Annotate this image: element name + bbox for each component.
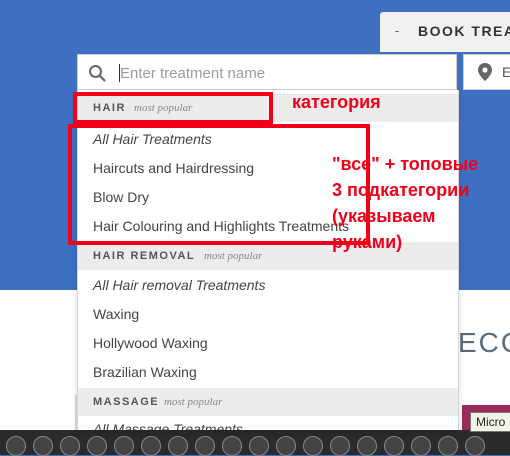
annotation-subcategory-note: "все" + топовые 3 подкатегории (указывае…: [332, 151, 478, 255]
category-name: HAIR REMOVAL: [93, 250, 196, 262]
annotation-category-label: категория: [292, 92, 381, 112]
tab-dash: -: [395, 23, 400, 38]
dock-app-icon[interactable]: [303, 436, 323, 456]
dock-app-icon[interactable]: [357, 436, 377, 456]
dock-app-icon[interactable]: [168, 436, 188, 456]
location-pin-icon: [478, 63, 492, 81]
dock-app-icon[interactable]: [276, 436, 296, 456]
dock-app-icon[interactable]: [330, 436, 350, 456]
dropdown-item[interactable]: All Massage Treatments: [93, 421, 243, 430]
location-input-text: E: [502, 64, 510, 80]
dock-app-icon[interactable]: [411, 436, 431, 456]
most-popular-label: most popular: [164, 396, 223, 408]
most-popular-label: most popular: [204, 250, 263, 262]
dock-app-icon[interactable]: [249, 436, 269, 456]
dock-app-icon[interactable]: [114, 436, 134, 456]
book-treatment-tab[interactable]: - BOOK TREA: [380, 12, 510, 52]
annotation-line: (указываем: [332, 206, 436, 226]
dock-app-icon[interactable]: [384, 436, 404, 456]
dock-icons: [0, 436, 510, 456]
dropdown-item[interactable]: Waxing: [93, 306, 139, 322]
location-search-box[interactable]: E: [463, 54, 510, 90]
category-header-massage: MASSAGE most popular: [78, 388, 458, 416]
dropdown-item[interactable]: All Hair removal Treatments: [93, 277, 265, 293]
dock-app-icon[interactable]: [6, 436, 26, 456]
annotation-box-category: [73, 92, 273, 124]
dock-app-icon[interactable]: [438, 436, 458, 456]
dock-app-icon[interactable]: [87, 436, 107, 456]
eco-heading-fragment: ECO: [458, 327, 510, 358]
dropdown-item[interactable]: Brazilian Waxing: [93, 364, 197, 380]
annotation-line: 3 подкатегории: [332, 180, 470, 200]
dock-app-icon[interactable]: [33, 436, 53, 456]
book-treatment-label: BOOK TREA: [418, 23, 510, 39]
dock-app-icon[interactable]: [465, 436, 485, 456]
text-cursor: [119, 64, 120, 82]
tooltip: Micro: [470, 412, 510, 432]
category-name: MASSAGE: [93, 396, 160, 408]
dock-app-icon[interactable]: [222, 436, 242, 456]
dock-app-icon[interactable]: [141, 436, 161, 456]
dropdown-item[interactable]: Hollywood Waxing: [93, 335, 208, 351]
annotation-box-items: [68, 124, 370, 245]
search-icon: [89, 65, 106, 82]
dock-app-icon[interactable]: [60, 436, 80, 456]
treatment-search-box[interactable]: [77, 54, 457, 90]
annotation-line: "все" + топовые: [332, 154, 479, 174]
dock-app-icon[interactable]: [195, 436, 215, 456]
treatment-search-input[interactable]: [118, 61, 442, 85]
annotation-line: руками): [332, 232, 403, 252]
